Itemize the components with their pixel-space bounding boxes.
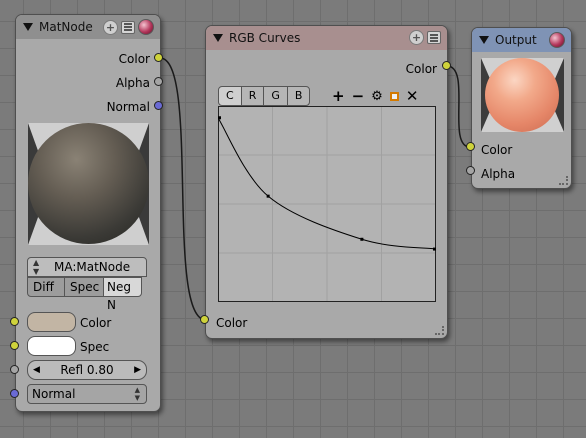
matnode-input-spec-socket[interactable]	[10, 341, 19, 350]
matnode-output-color-socket[interactable]	[154, 53, 163, 62]
preview-sphere	[28, 123, 149, 244]
link-matnode-to-curves	[159, 57, 207, 321]
output-input-color-socket[interactable]	[466, 142, 475, 151]
delete-icon[interactable]: ✕	[406, 87, 419, 105]
input-label-spec: Spec	[80, 340, 110, 354]
color-swatch[interactable]	[27, 312, 76, 332]
matnode-header[interactable]: MatNode +	[16, 15, 160, 39]
output-input-alpha-socket[interactable]	[466, 166, 475, 175]
add-icon[interactable]: +	[103, 19, 118, 35]
material-preview	[28, 123, 149, 245]
curve-control-point[interactable]	[360, 237, 364, 241]
collapse-arrow-icon[interactable]	[23, 23, 33, 31]
updown-icon[interactable]: ▲ ▼	[33, 258, 39, 276]
material-sphere-icon[interactable]	[549, 32, 565, 48]
matnode-input-normal-socket[interactable]	[10, 389, 19, 398]
node-title: Output	[495, 33, 537, 47]
channel-tab-g[interactable]: G	[263, 86, 288, 106]
spec-swatch[interactable]	[27, 336, 76, 356]
curve-editor[interactable]	[218, 106, 436, 302]
matnode-output-normal-socket[interactable]	[154, 101, 163, 110]
input-label-alpha: Alpha	[481, 167, 516, 181]
channel-tab-r[interactable]: R	[240, 86, 265, 106]
curves-input-color-socket[interactable]	[200, 315, 209, 324]
increment-arrow-icon[interactable]: ▶	[134, 361, 141, 379]
toggle-diff[interactable]: Diff	[27, 277, 65, 297]
normal-label: Normal	[32, 387, 76, 401]
channel-tab-b[interactable]: B	[286, 86, 311, 106]
matnode-output-alpha-socket[interactable]	[154, 77, 163, 86]
input-label-color: Color	[216, 316, 248, 330]
resize-corner-icon[interactable]	[559, 176, 568, 185]
add-icon[interactable]: +	[409, 30, 424, 45]
matnode-input-refl-socket[interactable]	[10, 365, 19, 374]
toggle-spec[interactable]: Spec	[64, 277, 104, 297]
menu-icon[interactable]	[121, 20, 135, 34]
wrench-icon[interactable]: ⚙	[371, 89, 383, 104]
matnode-input-color-socket[interactable]	[10, 317, 19, 326]
channel-tab-c[interactable]: C	[218, 86, 242, 106]
material-selector[interactable]: ▲ ▼ MA:MatNode	[27, 257, 147, 277]
decrement-arrow-icon[interactable]: ◀	[33, 361, 40, 379]
zoom-in-icon[interactable]: +	[332, 87, 345, 105]
material-name: MA:MatNode	[54, 260, 131, 274]
output-header[interactable]: Output	[472, 28, 571, 52]
zoom-out-icon[interactable]: −	[352, 87, 365, 105]
rgb-curves-node[interactable]: RGB Curves + Color C R G B + − ⚙ ✕ Color	[205, 25, 448, 339]
curves-output-color-socket[interactable]	[442, 61, 451, 70]
output-node[interactable]: Output Color Alpha	[471, 27, 572, 189]
node-title: RGB Curves	[229, 31, 301, 45]
curve-control-point[interactable]	[433, 247, 436, 251]
resize-corner-icon[interactable]	[435, 326, 444, 335]
curve-control-point[interactable]	[266, 194, 270, 198]
input-label-color: Color	[80, 316, 112, 330]
rgb-curves-header[interactable]: RGB Curves +	[206, 26, 447, 50]
updown-icon[interactable]: ▲ ▼	[135, 386, 140, 402]
matnode-node[interactable]: MatNode + Color Alpha Normal ▲ ▼ MA:MatNo…	[15, 14, 161, 412]
material-toggles: Diff Spec Neg N	[27, 277, 142, 312]
refl-value: Refl 0.80	[60, 363, 114, 377]
collapse-arrow-icon[interactable]	[213, 34, 223, 42]
menu-icon[interactable]	[427, 31, 441, 44]
channel-tabs: C R G B	[218, 86, 311, 106]
output-preview	[481, 58, 564, 132]
node-title: MatNode	[39, 20, 93, 34]
output-label-color: Color	[405, 62, 437, 76]
material-sphere-icon[interactable]	[138, 19, 154, 35]
toggle-neg-n[interactable]: Neg N	[103, 277, 142, 312]
refl-slider[interactable]: ◀ Refl 0.80 ▶	[27, 360, 147, 380]
curve-control-point[interactable]	[218, 116, 221, 120]
clip-icon[interactable]	[389, 91, 399, 101]
output-label-alpha: Alpha	[115, 76, 150, 90]
normal-input[interactable]: Normal ▲ ▼	[27, 384, 147, 404]
curve-tools: + − ⚙ ✕	[332, 86, 434, 106]
output-label-color: Color	[118, 52, 150, 66]
output-label-normal: Normal	[106, 100, 150, 114]
input-label-color: Color	[481, 143, 513, 157]
collapse-arrow-icon[interactable]	[479, 36, 489, 44]
preview-sphere	[485, 58, 559, 132]
link-curves-to-output	[446, 65, 471, 148]
